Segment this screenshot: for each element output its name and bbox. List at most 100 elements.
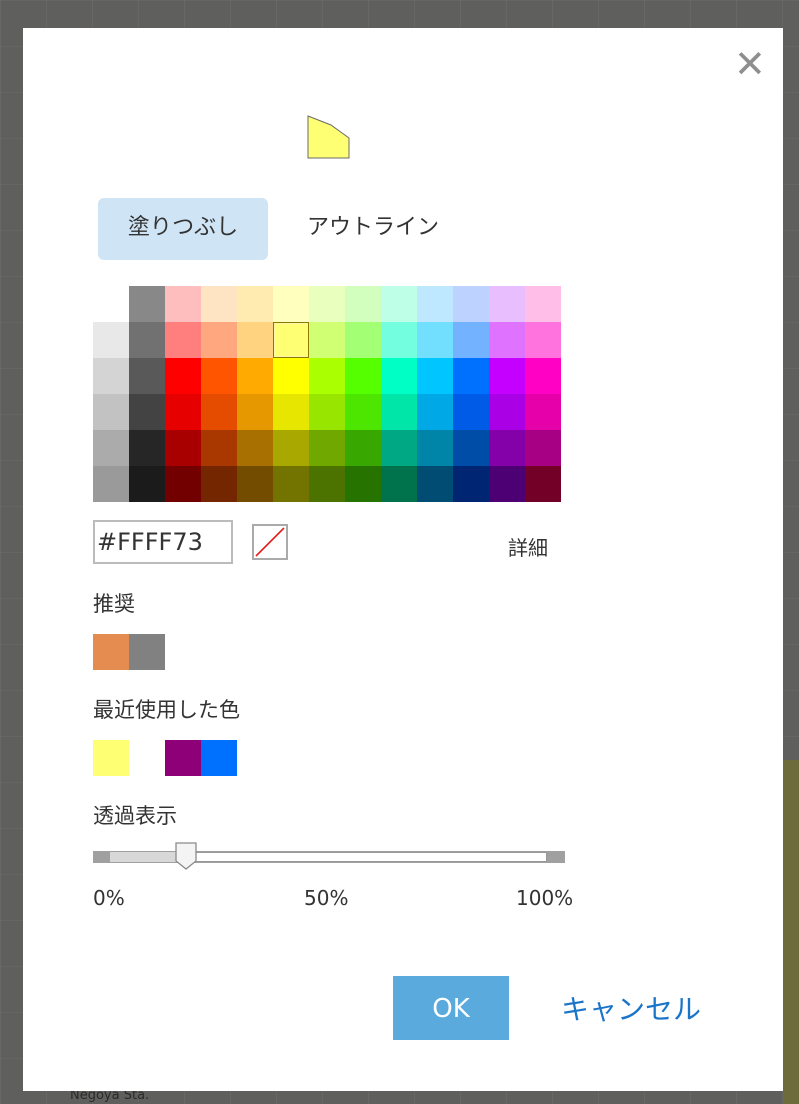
- symbol-preview: [307, 115, 350, 159]
- palette-cell[interactable]: [201, 394, 237, 430]
- palette-cell[interactable]: [237, 430, 273, 466]
- palette-cell[interactable]: [201, 286, 237, 322]
- palette-cell[interactable]: [417, 430, 453, 466]
- palette-cell[interactable]: [309, 286, 345, 322]
- palette-cell[interactable]: [489, 466, 525, 502]
- palette-gray-cell[interactable]: [93, 322, 129, 358]
- palette-cell[interactable]: [345, 430, 381, 466]
- palette-cell[interactable]: [453, 466, 489, 502]
- palette-gray-cell[interactable]: [93, 466, 129, 502]
- palette-cell[interactable]: [237, 466, 273, 502]
- palette-gray-cell[interactable]: [129, 286, 165, 322]
- palette-cell[interactable]: [489, 394, 525, 430]
- palette-cell[interactable]: [525, 466, 561, 502]
- palette-cell[interactable]: [525, 286, 561, 322]
- palette-cell[interactable]: [165, 322, 201, 358]
- tab-outline[interactable]: アウトライン: [288, 198, 458, 260]
- palette-cell[interactable]: [417, 286, 453, 322]
- palette-cell[interactable]: [165, 466, 201, 502]
- palette-cell[interactable]: [489, 430, 525, 466]
- palette-cell[interactable]: [453, 430, 489, 466]
- palette-cell-selected[interactable]: [273, 322, 309, 358]
- palette-cell[interactable]: [453, 358, 489, 394]
- palette-cell[interactable]: [381, 466, 417, 502]
- palette-cell[interactable]: [417, 394, 453, 430]
- palette-cell[interactable]: [165, 430, 201, 466]
- palette-cell[interactable]: [345, 394, 381, 430]
- palette-cell[interactable]: [273, 430, 309, 466]
- cancel-button[interactable]: キャンセル: [561, 988, 701, 1028]
- palette-cell[interactable]: [201, 430, 237, 466]
- palette-cell[interactable]: [237, 358, 273, 394]
- palette-cell[interactable]: [309, 466, 345, 502]
- palette-cell[interactable]: [525, 394, 561, 430]
- transparency-label: 透過表示: [93, 804, 177, 828]
- palette-cell[interactable]: [417, 466, 453, 502]
- palette-gray-cell[interactable]: [129, 394, 165, 430]
- palette-gray-cell[interactable]: [129, 322, 165, 358]
- preview-polygon: [307, 115, 350, 159]
- palette-cell[interactable]: [309, 322, 345, 358]
- detail-link[interactable]: 詳細: [508, 532, 548, 561]
- palette-cell[interactable]: [345, 466, 381, 502]
- palette-cell[interactable]: [453, 322, 489, 358]
- palette-cell[interactable]: [309, 358, 345, 394]
- ok-button[interactable]: OK: [393, 976, 509, 1040]
- recommended-swatch[interactable]: [93, 634, 129, 670]
- palette-cell[interactable]: [489, 322, 525, 358]
- palette-cell[interactable]: [273, 286, 309, 322]
- palette-cell[interactable]: [273, 394, 309, 430]
- palette-cell[interactable]: [237, 322, 273, 358]
- palette-cell[interactable]: [381, 286, 417, 322]
- recent-swatch[interactable]: [201, 740, 237, 776]
- palette-cell[interactable]: [201, 322, 237, 358]
- palette-gray-cell[interactable]: [93, 394, 129, 430]
- palette-gray-cell[interactable]: [93, 430, 129, 466]
- symbol-color-dialog: ✕ 塗りつぶし アウトライン #FFFF73 詳細 推奨 最近使用した色 透過表…: [23, 28, 783, 1091]
- palette-cell[interactable]: [453, 286, 489, 322]
- recent-swatch[interactable]: [165, 740, 201, 776]
- palette-cell[interactable]: [525, 322, 561, 358]
- palette-cell[interactable]: [381, 394, 417, 430]
- palette-cell[interactable]: [381, 358, 417, 394]
- palette-cell[interactable]: [309, 394, 345, 430]
- recommended-swatch[interactable]: [129, 634, 165, 670]
- recent-swatch[interactable]: [93, 740, 129, 776]
- palette-gray-cell[interactable]: [129, 466, 165, 502]
- palette-cell[interactable]: [381, 430, 417, 466]
- palette-cell[interactable]: [417, 358, 453, 394]
- palette-cell[interactable]: [345, 358, 381, 394]
- palette-cell[interactable]: [165, 358, 201, 394]
- palette-cell[interactable]: [345, 322, 381, 358]
- recommended-label: 推奨: [93, 592, 135, 616]
- palette-gray-cell[interactable]: [129, 358, 165, 394]
- transparency-tick-50: 50%: [304, 886, 349, 910]
- palette-cell[interactable]: [201, 466, 237, 502]
- palette-cell[interactable]: [489, 358, 525, 394]
- palette-cell[interactable]: [237, 394, 273, 430]
- palette-cell[interactable]: [165, 286, 201, 322]
- recent-swatch[interactable]: [129, 740, 165, 776]
- close-icon[interactable]: ✕: [734, 45, 766, 83]
- palette-cell[interactable]: [417, 322, 453, 358]
- palette-cell[interactable]: [309, 430, 345, 466]
- palette-gray-cell[interactable]: [129, 430, 165, 466]
- palette-cell[interactable]: [165, 394, 201, 430]
- hex-color-input[interactable]: #FFFF73: [93, 520, 233, 564]
- palette-gray-cell[interactable]: [93, 358, 129, 394]
- no-color-icon[interactable]: [252, 524, 288, 560]
- palette-cell[interactable]: [489, 286, 525, 322]
- palette-cell[interactable]: [453, 394, 489, 430]
- palette-cell[interactable]: [273, 466, 309, 502]
- palette-cell[interactable]: [273, 358, 309, 394]
- palette-cell[interactable]: [525, 358, 561, 394]
- palette-cell[interactable]: [237, 286, 273, 322]
- palette-cell[interactable]: [525, 430, 561, 466]
- palette-cell[interactable]: [201, 358, 237, 394]
- palette-cell[interactable]: [381, 322, 417, 358]
- transparency-tick-100: 100%: [516, 886, 574, 910]
- transparency-slider-thumb[interactable]: [175, 842, 197, 870]
- transparency-slider-fill: [110, 852, 180, 862]
- palette-cell[interactable]: [345, 286, 381, 322]
- tab-fill[interactable]: 塗りつぶし: [98, 198, 268, 260]
